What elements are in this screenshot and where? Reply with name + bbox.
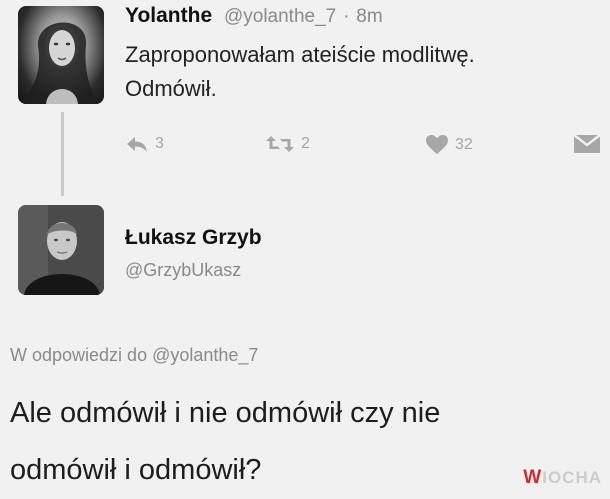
like-button[interactable]: 32	[425, 134, 473, 155]
mention-link[interactable]: @yolanthe_7	[152, 345, 258, 365]
tweet-actions: 3 2 32	[125, 134, 605, 160]
reply-context-label: W odpowiedzi do	[10, 345, 148, 365]
author-avatar[interactable]	[18, 6, 104, 104]
profile-photo-icon	[18, 205, 104, 295]
retweet-icon	[266, 136, 294, 152]
author-handle[interactable]: @yolanthe_7	[224, 6, 336, 27]
reply-text: Ale odmówił i nie odmówił czy nie odmówi…	[10, 385, 600, 499]
reply-count: 3	[155, 135, 164, 152]
thread-connector	[61, 112, 64, 196]
envelope-icon	[573, 134, 601, 153]
tweet-header: Yolanthe @yolanthe_7 · 8m	[125, 4, 383, 28]
profile-photo-icon	[18, 22, 104, 104]
tweet-text-line: Odmówił.	[125, 76, 217, 101]
author-name[interactable]: Yolanthe	[125, 4, 212, 27]
tweet-text: Zaproponowałam ateiście modlitwę. Odmówi…	[125, 38, 610, 106]
reply-author-name[interactable]: Łukasz Grzyb	[125, 226, 262, 250]
reply-text-line: odmówił i odmówił?	[10, 454, 262, 486]
retweet-count: 2	[301, 135, 310, 152]
reply-author-handle[interactable]: @GrzybUkasz	[125, 260, 241, 281]
reply-button[interactable]: 3	[125, 134, 164, 154]
direct-message-button[interactable]	[573, 134, 601, 154]
watermark-logo-text: IOCHA	[542, 468, 602, 487]
reply-icon	[127, 137, 147, 152]
watermark-logo-letter: W	[523, 467, 543, 488]
heart-icon	[426, 135, 448, 154]
reply-text-line: Ale odmówił i nie odmówił czy nie	[10, 397, 441, 429]
meta-separator: ·	[343, 6, 350, 27]
reply-author-avatar[interactable]	[18, 205, 104, 295]
retweet-button[interactable]: 2	[265, 134, 310, 154]
tweet-text-line: Zaproponowałam ateiście modlitwę.	[125, 42, 475, 67]
tweet-time[interactable]: 8m	[356, 6, 382, 27]
reply-context: W odpowiedzi do @yolanthe_7	[10, 345, 258, 366]
like-count: 32	[455, 135, 473, 153]
site-watermark: WIOCHA	[523, 467, 602, 489]
